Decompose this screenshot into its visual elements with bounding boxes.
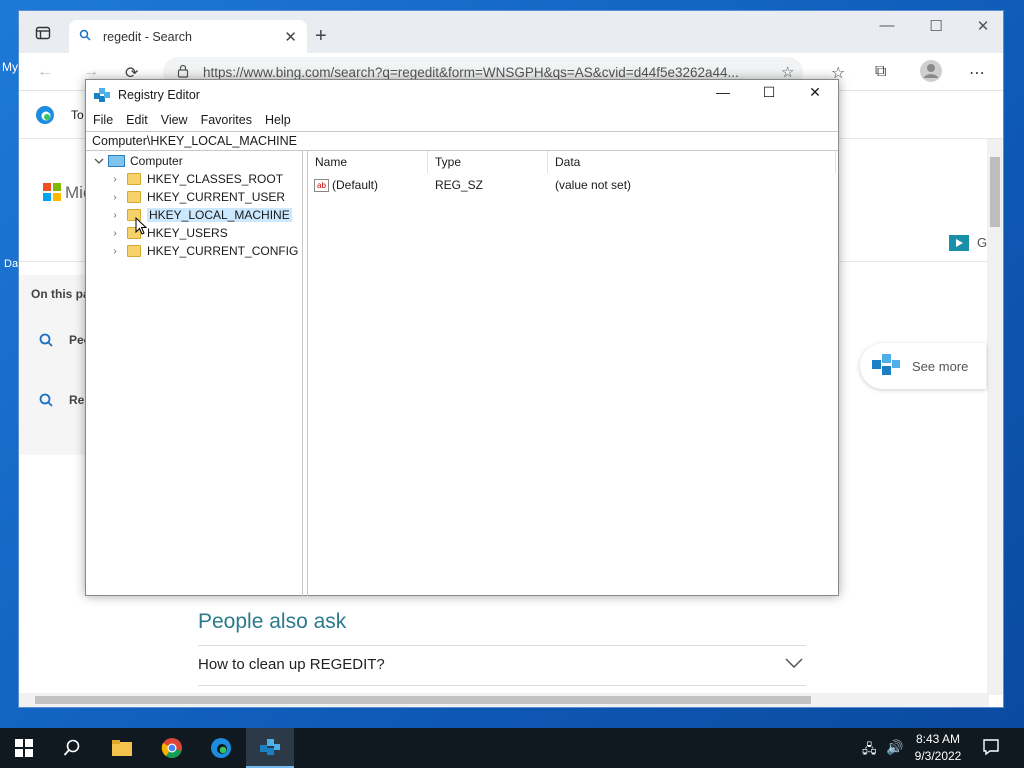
edge-taskbar-icon[interactable]	[197, 728, 245, 768]
taskbar: 🖧 🔊 8:43 AM 9/3/2022	[0, 728, 1024, 768]
more-options-icon[interactable]: ⋯	[969, 63, 985, 83]
chrome-icon[interactable]	[148, 728, 196, 768]
window-title: Registry Editor	[118, 88, 200, 102]
title-bar[interactable]: Registry Editor — ☐ ✕	[86, 80, 838, 110]
maximize-icon[interactable]: ☐	[916, 17, 956, 35]
tab-actions-icon[interactable]	[35, 25, 51, 46]
cubes-icon	[870, 350, 902, 383]
divider	[198, 645, 806, 646]
search-icon	[39, 333, 53, 350]
divider	[198, 685, 806, 686]
folder-icon	[127, 191, 141, 203]
column-header-data[interactable]: Data	[548, 151, 836, 173]
registry-editor-taskbar-icon[interactable]	[246, 728, 294, 768]
value-type: REG_SZ	[435, 178, 484, 192]
tree-item-computer[interactable]: Computer	[92, 152, 183, 170]
scrollbar-thumb[interactable]	[990, 157, 1000, 227]
tree-item-hkey-current-config[interactable]: › HKEY_CURRENT_CONFIG	[108, 242, 298, 260]
path-bar[interactable]: Computer\HKEY_LOCAL_MACHINE	[86, 131, 838, 151]
lock-icon	[177, 64, 189, 81]
file-explorer-icon[interactable]	[98, 728, 146, 768]
tree-label: HKEY_CLASSES_ROOT	[147, 172, 284, 186]
scrollbar-thumb[interactable]	[35, 696, 811, 704]
url-text: https://www.bing.com/search?q=regedit&fo…	[203, 64, 739, 80]
value-name: (Default)	[332, 178, 379, 192]
clock[interactable]: 8:43 AM 9/3/2022	[906, 731, 970, 765]
favorites-item[interactable]: To	[71, 108, 84, 122]
chevron-right-icon[interactable]: ›	[108, 192, 122, 203]
folder-icon	[127, 245, 141, 257]
microsoft-logo-icon	[43, 183, 61, 204]
column-header-type[interactable]: Type	[428, 151, 548, 173]
computer-icon	[108, 155, 125, 167]
question-item[interactable]: How to clean up REGEDIT?	[198, 656, 385, 673]
network-icon[interactable]: 🖧	[862, 740, 877, 762]
tree-label: Computer	[130, 154, 183, 168]
search-icon	[79, 29, 91, 44]
minimize-icon[interactable]: —	[867, 17, 907, 34]
notification-icon[interactable]	[982, 738, 1000, 759]
horizontal-scrollbar[interactable]	[19, 693, 989, 707]
row-name-cell: ab (Default)	[314, 178, 379, 193]
clock-date: 9/3/2022	[914, 749, 962, 763]
on-this-page-panel: On this pa Peo Rel	[19, 275, 91, 455]
string-value-icon: ab	[314, 179, 329, 193]
desktop-icon-label[interactable]: My	[2, 60, 18, 74]
search-icon	[39, 393, 53, 410]
menu-favorites[interactable]: Favorites	[201, 113, 252, 127]
start-button[interactable]	[0, 728, 48, 768]
close-icon[interactable]: ✕	[963, 17, 1003, 35]
column-header-name[interactable]: Name	[308, 151, 428, 173]
menu-help[interactable]: Help	[265, 113, 291, 127]
tree-label: HKEY_CURRENT_CONFIG	[147, 244, 299, 258]
video-icon[interactable]	[949, 235, 969, 254]
tree-item-hkey-classes-root[interactable]: › HKEY_CLASSES_ROOT	[108, 170, 283, 188]
value-data: (value not set)	[555, 178, 632, 192]
new-tab-icon[interactable]: +	[315, 25, 327, 48]
registry-tree: Computer › HKEY_CLASSES_ROOT › HKEY_CURR…	[86, 151, 303, 596]
tree-item-hkey-current-user[interactable]: › HKEY_CURRENT_USER	[108, 188, 285, 206]
people-also-ask-heading: People also ask	[198, 610, 347, 633]
tree-label: HKEY_CURRENT_USER	[147, 190, 286, 204]
tab-title: regedit - Search	[103, 29, 192, 44]
search-button[interactable]	[48, 728, 96, 768]
see-more-label: See more	[912, 358, 969, 374]
chevron-right-icon[interactable]: ›	[108, 246, 122, 257]
chevron-down-icon[interactable]	[92, 156, 106, 167]
mouse-cursor-icon	[135, 216, 148, 238]
minimize-icon[interactable]: —	[700, 84, 746, 106]
chevron-right-icon[interactable]: ›	[108, 210, 122, 221]
profile-avatar[interactable]	[919, 59, 943, 88]
menu-file[interactable]: File	[93, 113, 113, 127]
chevron-right-icon[interactable]: ›	[108, 228, 122, 239]
see-more-button[interactable]: See more	[860, 343, 986, 389]
menu-edit[interactable]: Edit	[126, 113, 148, 127]
tab-bar: regedit - Search ✕ + — ☐ ✕	[19, 11, 1003, 53]
folder-icon	[127, 173, 141, 185]
edge-logo-icon	[35, 105, 55, 128]
desktop-icon-label[interactable]: Da	[4, 258, 18, 270]
close-icon[interactable]: ✕	[792, 84, 838, 106]
maximize-icon[interactable]: ☐	[746, 84, 792, 106]
chevron-right-icon[interactable]: ›	[108, 174, 122, 185]
close-tab-icon[interactable]: ✕	[284, 28, 297, 46]
tree-label: HKEY_LOCAL_MACHINE	[147, 208, 292, 222]
tab-label[interactable]: G	[977, 235, 987, 250]
vertical-scrollbar[interactable]	[987, 139, 1003, 695]
menu-view[interactable]: View	[161, 113, 188, 127]
chevron-down-icon[interactable]	[785, 655, 803, 673]
registry-editor-icon	[94, 87, 110, 103]
collections-icon[interactable]: ⧉	[875, 63, 886, 81]
tree-label: HKEY_USERS	[147, 226, 228, 240]
tab-regedit-search[interactable]: regedit - Search ✕	[69, 20, 307, 53]
values-list: Name Type Data ab (Default) REG_SZ (value…	[307, 151, 838, 596]
tree-item-hkey-users[interactable]: › HKEY_USERS	[108, 224, 228, 242]
section-heading: On this pa	[31, 287, 90, 301]
volume-icon[interactable]: 🔊	[886, 739, 903, 756]
menu-bar: File Edit View Favorites Help	[86, 110, 304, 130]
registry-editor-window: Registry Editor — ☐ ✕ File Edit View Fav…	[85, 79, 839, 596]
back-icon[interactable]: ←	[37, 63, 53, 81]
clock-time: 8:43 AM	[915, 732, 961, 746]
